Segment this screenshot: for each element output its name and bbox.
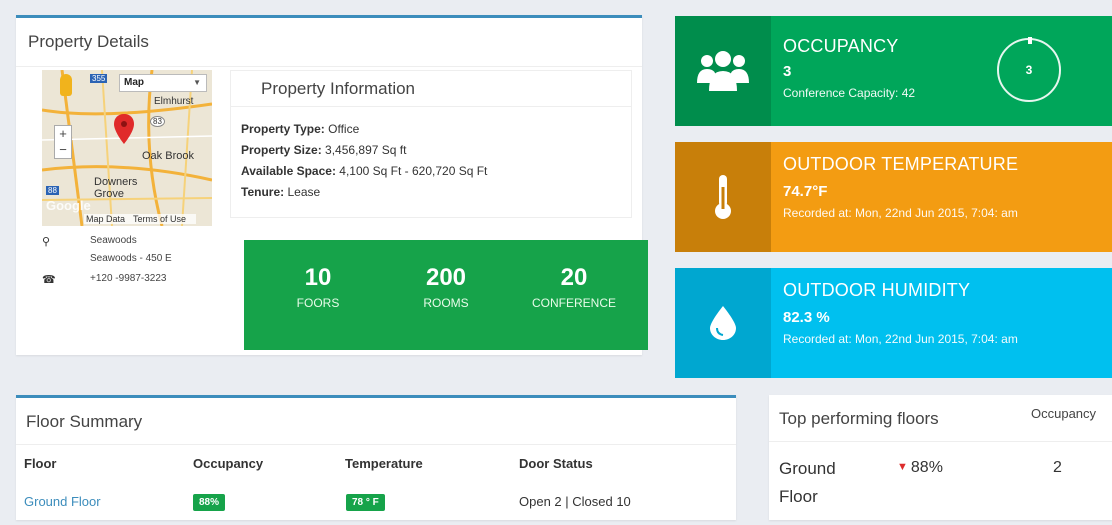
thermometer-icon [675, 142, 771, 252]
panel-title: Top performing floors [779, 409, 939, 428]
column-header-floor[interactable]: Floor [24, 456, 57, 471]
stat-conference: 20 CONFERENCE [531, 264, 616, 310]
top-floor-occupancy: 2 [1053, 459, 1062, 476]
temperature-recorded: Recorded at: Mon, 22nd Jun 2015, 7:04: a… [783, 206, 1018, 220]
road-shield: 88 [46, 186, 59, 195]
tenure-row: Tenure: Lease [241, 185, 321, 199]
address-line: Seawoods - 450 E [90, 253, 172, 264]
panel-title: Property Details [28, 32, 149, 51]
conference-capacity: Conference Capacity: 42 [783, 86, 916, 100]
temperature-badge: 78 ° F [346, 494, 385, 511]
column-header-occupancy[interactable]: Occupancy [193, 456, 263, 471]
users-icon [675, 16, 771, 126]
road-shield: 83 [150, 116, 165, 127]
occupancy-title: OCCUPANCY [783, 36, 899, 56]
humidity-box: OUTDOOR HUMIDITY 82.3 % Recorded at: Mon… [675, 268, 1112, 378]
occupancy-gauge: 3 [997, 37, 1061, 102]
floor-summary-panel: Floor Summary Floor Occupancy Temperatur… [16, 395, 736, 520]
divider [769, 441, 1112, 442]
occupancy-box: OCCUPANCY 3 Conference Capacity: 42 3 [675, 16, 1112, 126]
property-stats: 10 FOORS 200 ROOMS 20 CONFERENCE [244, 240, 648, 350]
map-label: Downers Grove [94, 176, 138, 200]
top-performing-floors-panel: Top performing floors Occupancy Ground F… [769, 395, 1112, 520]
column-header-temperature[interactable]: Temperature [345, 456, 423, 471]
temperature-title: OUTDOOR TEMPERATURE [783, 154, 1019, 174]
map-label: Elmhurst [154, 96, 194, 107]
humidity-value: 82.3 % [783, 309, 830, 326]
chevron-down-icon: ▼ [193, 78, 201, 87]
property-size-row: Property Size: 3,456,897 Sq ft [241, 143, 407, 157]
property-information-heading: Property Information [231, 71, 631, 107]
available-space-row: Available Space: 4,100 Sq Ft - 620,720 S… [241, 164, 488, 178]
address-line: Seawoods [90, 235, 137, 246]
property-information-rows: Property Type: Office Property Size: 3,4… [231, 107, 631, 203]
occupancy-column-header: Occupancy [1031, 406, 1097, 421]
property-type-row: Property Type: Office [241, 122, 360, 136]
stat-rooms: 200 ROOMS [423, 264, 469, 310]
humidity-title: OUTDOOR HUMIDITY [783, 280, 971, 300]
occupancy-badge: 88% [193, 494, 226, 511]
caret-down-icon: ▼ [897, 461, 908, 473]
road-shield: 355 [90, 74, 108, 83]
map-type-select[interactable]: Map ▼ [119, 74, 207, 92]
google-logo: Google [46, 198, 91, 213]
map-footer: Map Data Terms of Use [84, 214, 197, 224]
property-information-box: Property Information Property Type: Offi… [230, 70, 632, 218]
temperature-value: 74.7°F [783, 183, 828, 200]
property-details-panel: Property Details Map ▼ + − Elmhurst Oak Br… [16, 15, 648, 355]
phone-icon: ☎ [42, 274, 56, 286]
gauge-tick [1028, 37, 1032, 44]
divider [16, 66, 642, 67]
location-pin-icon[interactable] [114, 114, 134, 144]
street-view-pegman-icon[interactable] [60, 74, 72, 96]
floor-link[interactable]: Ground Floor [24, 494, 101, 509]
water-drop-icon [675, 268, 771, 378]
map-label: Oak Brook [142, 150, 194, 162]
humidity-recorded: Recorded at: Mon, 22nd Jun 2015, 7:04: a… [783, 332, 1018, 346]
occupancy-value: 3 [783, 63, 792, 80]
stat-floors: 10 FOORS [296, 264, 340, 310]
column-header-door-status[interactable]: Door Status [519, 456, 593, 471]
zoom-control[interactable]: + − [54, 125, 72, 159]
top-floor-name: Ground Floor [779, 459, 836, 506]
humidity-text: OUTDOOR HUMIDITY 82.3 % Recorded at: Mon… [783, 280, 1018, 346]
panel-title: Floor Summary [26, 412, 143, 431]
occupancy-text: OCCUPANCY 3 Conference Capacity: 42 [783, 36, 915, 100]
temperature-box: OUTDOOR TEMPERATURE 74.7°F Recorded at: … [675, 142, 1112, 252]
terms-of-use-link[interactable]: Terms of Use [133, 214, 186, 224]
top-floor-percent: ▼ 88% [897, 459, 943, 476]
door-status: Open 2 | Closed 10 [519, 494, 631, 509]
map-marker-icon: ⚲ [42, 236, 51, 248]
map[interactable]: Map ▼ + − Elmhurst Oak Brook Downers Grove… [42, 70, 212, 226]
map-data-link[interactable]: Map Data [86, 214, 125, 224]
building-icon [241, 79, 255, 96]
divider [16, 444, 736, 445]
temperature-text: OUTDOOR TEMPERATURE 74.7°F Recorded at: … [783, 154, 1018, 220]
phone-number: +120 -9987-3223 [90, 273, 167, 284]
